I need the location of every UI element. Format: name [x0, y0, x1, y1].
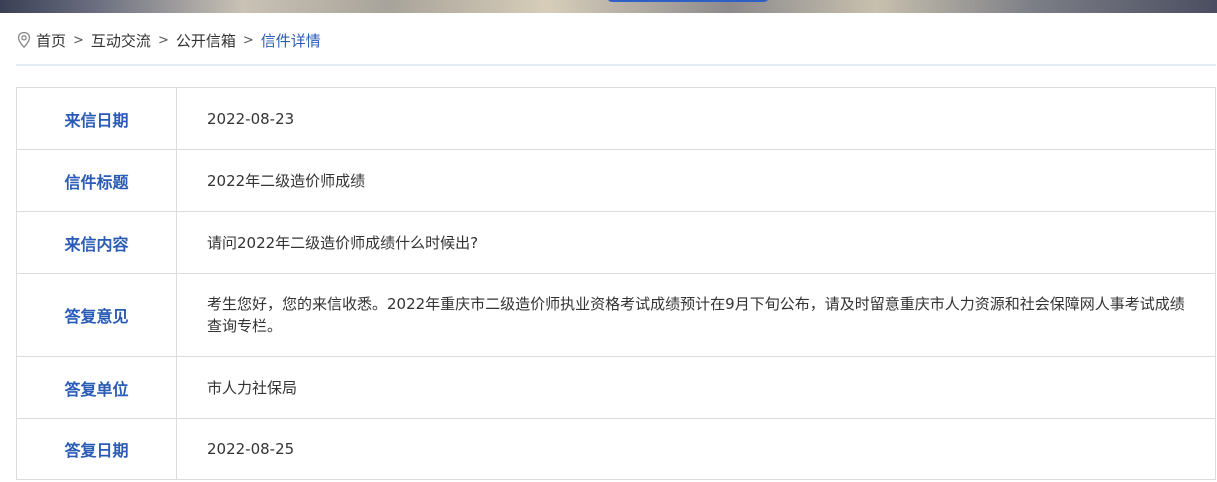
breadcrumb-separator: > — [157, 32, 169, 48]
breadcrumb-separator: > — [242, 32, 254, 48]
field-value: 2022年二级造价师成绩 — [176, 149, 1216, 212]
breadcrumb-interaction-link[interactable]: 互动交流 — [91, 30, 151, 51]
table-row: 答复日期 2022-08-25 — [16, 418, 1216, 480]
breadcrumb-current: 信件详情 — [260, 31, 321, 50]
field-label: 答复日期 — [16, 418, 177, 480]
field-label: 信件标题 — [16, 149, 177, 212]
breadcrumb-home-link[interactable]: 首页 — [36, 30, 66, 51]
field-value: 2022-08-23 — [176, 87, 1216, 150]
section-divider — [16, 64, 1216, 66]
table-row: 来信内容 请问2022年二级造价师成绩什么时候出? — [16, 211, 1216, 274]
breadcrumb: 首页 > 互动交流 > 公开信箱 > 信件详情 — [16, 28, 321, 52]
table-row: 答复单位 市人力社保局 — [16, 356, 1216, 419]
table-row: 来信日期 2022-08-23 — [16, 87, 1216, 150]
location-pin-icon — [16, 31, 32, 49]
breadcrumb-separator: > — [73, 32, 84, 48]
field-value: 请问2022年二级造价师成绩什么时候出? — [176, 211, 1216, 274]
field-label: 答复单位 — [16, 356, 177, 419]
field-label: 来信内容 — [16, 211, 177, 274]
banner-nav-tab[interactable] — [607, 0, 769, 2]
field-value: 2022-08-25 — [176, 418, 1216, 480]
field-value: 考生您好，您的来信收悉。2022年重庆市二级造价师执业资格考试成绩预计在9月下旬… — [176, 273, 1216, 357]
table-row: 信件标题 2022年二级造价师成绩 — [16, 149, 1216, 212]
letter-detail-table: 来信日期 2022-08-23 信件标题 2022年二级造价师成绩 来信内容 请… — [16, 87, 1216, 480]
field-value: 市人力社保局 — [176, 356, 1216, 419]
table-row: 答复意见 考生您好，您的来信收悉。2022年重庆市二级造价师执业资格考试成绩预计… — [16, 273, 1216, 357]
header-banner-strip — [0, 0, 1217, 13]
field-label: 来信日期 — [16, 87, 177, 150]
breadcrumb-mailbox-link[interactable]: 公开信箱 — [176, 30, 236, 51]
field-label: 答复意见 — [16, 273, 177, 357]
